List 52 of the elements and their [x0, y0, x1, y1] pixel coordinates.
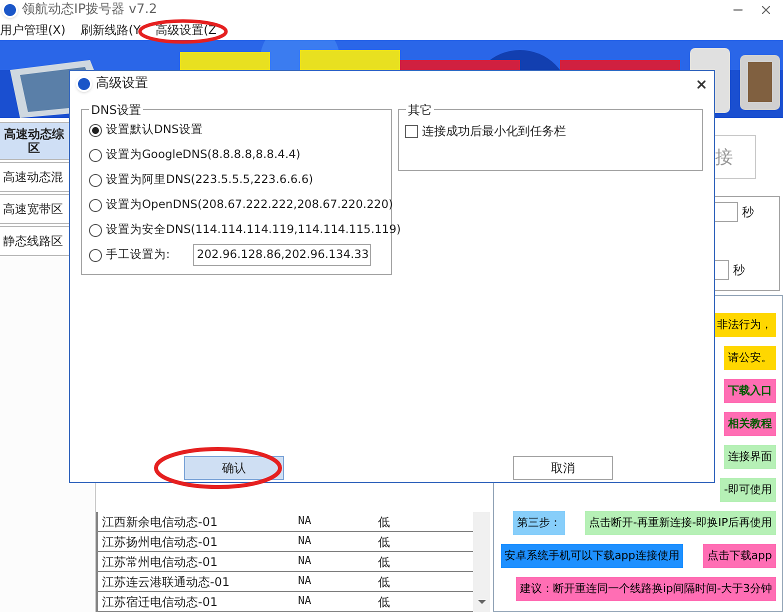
radio-label[interactable]: 设置为安全DNS(114.114.114.119,114.114.115.119) — [106, 221, 401, 239]
scrollbar[interactable] — [473, 512, 490, 612]
table-cell-text: 江苏连云港联通动态-01 — [101, 574, 231, 590]
notice-label[interactable]: 请公安。 — [724, 346, 776, 370]
notice-label[interactable]: 建议：断开重连同一个线路换ip间隔时间-大于3分钟 — [516, 577, 776, 601]
dns-input-field[interactable]: 202.96.128.86,202.96.134.33 — [192, 244, 371, 266]
radio-label[interactable]: 设置为OpenDNS(208.67.222.222,208.67.220.220) — [106, 196, 394, 214]
radio-label[interactable]: 手工设置为: — [106, 246, 170, 264]
notice-label[interactable]: 连接界面 — [724, 445, 776, 469]
radio-button[interactable] — [89, 248, 102, 262]
close-icon[interactable] — [695, 78, 708, 90]
table-cell-text: NA — [298, 533, 312, 550]
checkbox-label[interactable]: 连接成功后最小化到任务栏 — [422, 122, 566, 140]
table-cell-text: NA — [298, 573, 312, 590]
unit-label: 秒 — [742, 204, 754, 221]
table-cell-text: NA — [298, 593, 312, 610]
radio-label[interactable]: 设置为阿里DNS(223.5.5.5,223.6.6.6) — [106, 171, 314, 189]
notice-label[interactable]: 非法行为， — [713, 313, 776, 337]
radio-button[interactable] — [89, 148, 102, 162]
dialog-title: 高级设置 — [96, 75, 148, 94]
notice-label[interactable]: 第三步： — [513, 511, 566, 535]
table-cell-text: NA — [298, 553, 312, 570]
table-cell-text: 江苏常州电信动态-01 — [101, 554, 219, 570]
close-icon[interactable] — [759, 3, 773, 17]
unit-label: 秒 — [733, 262, 745, 279]
table-cell-text: 江苏宿迁电信动态-01 — [101, 594, 219, 610]
radio-button[interactable] — [89, 174, 102, 186]
group-title: 其它 — [406, 101, 434, 119]
dialog-button[interactable]: 确认 — [184, 456, 284, 480]
table-cell-text: 江西新余电信动态-01 — [101, 514, 219, 530]
table-cell-text: 低 — [378, 594, 391, 610]
notice-label[interactable]: 点击下载app — [703, 544, 776, 568]
table-cell-text: 低 — [378, 574, 391, 590]
dialog-logo-icon — [76, 76, 92, 92]
table-cell-text: 江苏扬州电信动态-01 — [101, 534, 219, 550]
dialog-button[interactable]: 取消 — [513, 456, 613, 480]
notice-label[interactable]: 安卓系统手机可以下载app连接使用 — [500, 544, 684, 568]
radio-label[interactable]: 设置默认DNS设置 — [106, 121, 203, 139]
radio-button[interactable] — [89, 224, 102, 236]
table-cell-text: NA — [298, 513, 312, 530]
down-arrow-icon[interactable] — [478, 600, 486, 604]
window-title: 领航动态IP拨号器 v7.2 — [22, 1, 158, 20]
radio-button[interactable] — [89, 124, 102, 136]
menu-item[interactable]: 用户管理(X) — [0, 21, 66, 39]
table-cell-text: 低 — [378, 514, 391, 530]
table-cell-text: 低 — [378, 554, 391, 570]
notice-label[interactable]: 点击断开-再重新连接-即换IP后再使用 — [585, 511, 776, 535]
radio-button[interactable] — [89, 198, 102, 212]
checkbox[interactable] — [405, 124, 418, 138]
radio-label[interactable]: 设置为GoogleDNS(8.8.8.8,8.8.4.4) — [106, 146, 300, 164]
table-cell-text: 低 — [378, 534, 391, 550]
notice-label[interactable]: -即可使用 — [720, 478, 776, 502]
